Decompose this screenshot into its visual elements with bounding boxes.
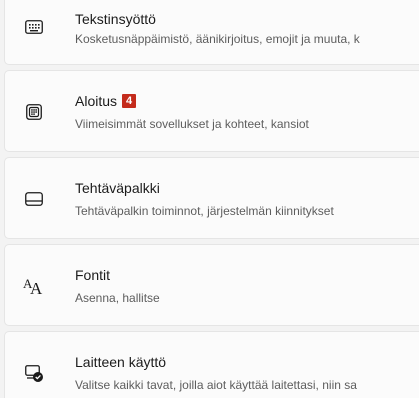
settings-item-taskbar[interactable]: Tehtäväpalkki Tehtäväpalkin toiminnot, j… xyxy=(4,157,419,239)
fonts-icon: A A xyxy=(22,274,46,298)
settings-item-text-input[interactable]: Tekstinsyöttö Kosketusnäppäimistö, äänik… xyxy=(4,0,419,65)
settings-item-description: Viimeisimmät sovellukset ja kohteet, kan… xyxy=(75,117,309,131)
settings-item-title-text: Aloitus xyxy=(75,93,118,109)
start-menu-icon xyxy=(22,100,46,124)
notification-badge: 4 xyxy=(122,94,137,108)
taskbar-icon xyxy=(22,187,46,211)
keyboard-icon xyxy=(22,15,46,39)
settings-item-fonts[interactable]: A A Fontit Asenna, hallitse xyxy=(4,244,419,326)
settings-item-title: Tekstinsyöttö xyxy=(75,11,156,27)
settings-item-start[interactable]: Aloitus 4 Viimeisimmät sovellukset ja ko… xyxy=(4,70,419,152)
settings-item-title: Fontit xyxy=(75,267,111,283)
settings-item-description: Asenna, hallitse xyxy=(75,291,160,305)
device-usage-icon xyxy=(22,361,46,385)
settings-personalization-page: Tekstinsyöttö Kosketusnäppäimistö, äänik… xyxy=(0,0,419,398)
settings-item-title: Tehtäväpalkki xyxy=(75,180,160,196)
settings-item-title: Laitteen käyttö xyxy=(75,354,167,370)
settings-item-description: Kosketusnäppäimistö, äänikirjoitus, emoj… xyxy=(75,32,360,46)
settings-item-title: Aloitus 4 xyxy=(75,93,137,109)
settings-item-description: Valitse kaikki tavat, joilla aiot käyttä… xyxy=(75,378,357,392)
settings-item-description: Tehtäväpalkin toiminnot, järjestelmän ki… xyxy=(75,204,334,218)
settings-item-device-usage[interactable]: Laitteen käyttö Valitse kaikki tavat, jo… xyxy=(4,331,419,398)
svg-text:A: A xyxy=(30,279,43,296)
